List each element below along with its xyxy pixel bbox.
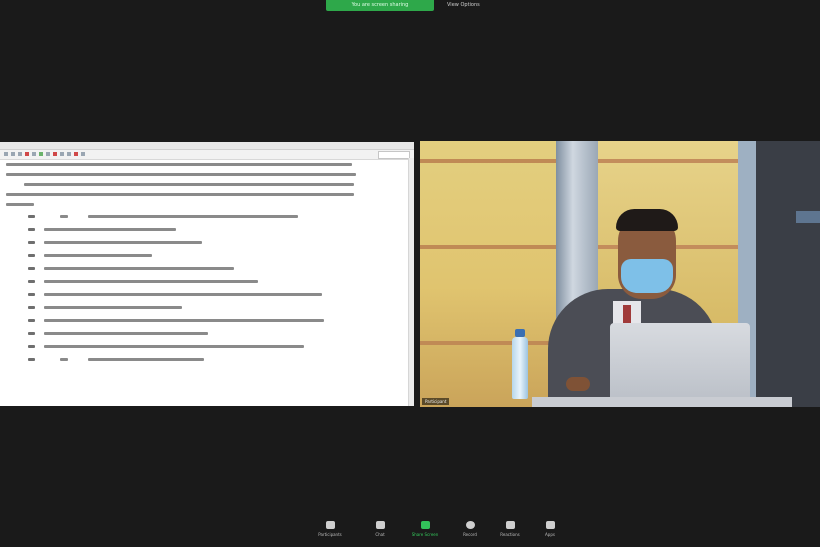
- water-bottle: [512, 337, 528, 399]
- share-screen-icon: [420, 521, 430, 529]
- video-background-dark: [756, 141, 820, 407]
- wall-stripe: [420, 159, 556, 163]
- list-number: [28, 228, 35, 231]
- apps-label: Apps: [545, 532, 555, 537]
- text-line: [44, 345, 304, 348]
- participant-video[interactable]: Participant: [420, 141, 820, 407]
- toolbar-icon[interactable]: [46, 152, 50, 156]
- text-line: [44, 306, 182, 309]
- wall-stripe: [420, 341, 556, 345]
- text-line: [44, 267, 234, 270]
- face-mask: [621, 259, 673, 293]
- reactions-icon: [505, 521, 515, 529]
- text-line: [44, 254, 152, 257]
- document-page: [0, 160, 414, 406]
- text-line: [6, 203, 34, 206]
- text-line: [44, 293, 322, 296]
- text-line: [60, 358, 68, 361]
- document-scrollbar[interactable]: [408, 158, 414, 406]
- video-background-wall: [420, 141, 556, 407]
- reactions-button[interactable]: Reactions: [490, 521, 530, 537]
- document-titlebar: [0, 142, 414, 150]
- list-number: [28, 345, 35, 348]
- reactions-label: Reactions: [500, 532, 520, 537]
- list-number: [28, 215, 35, 218]
- text-line: [44, 280, 258, 283]
- list-number: [28, 358, 35, 361]
- share-screen-button[interactable]: Share Screen: [405, 521, 445, 537]
- toolbar-icon[interactable]: [53, 152, 57, 156]
- participants-icon: [325, 521, 335, 529]
- list-number: [28, 319, 35, 322]
- toolbar-icon[interactable]: [60, 152, 64, 156]
- document-toolbar: [0, 150, 414, 160]
- toolbar-icon[interactable]: [11, 152, 15, 156]
- wall-stripe: [420, 245, 556, 249]
- list-number: [28, 241, 35, 244]
- toolbar-icon[interactable]: [4, 152, 8, 156]
- record-label: Record: [463, 532, 477, 537]
- list-number: [28, 293, 35, 296]
- toolbar-icon[interactable]: [67, 152, 71, 156]
- text-line: [88, 215, 298, 218]
- text-line: [88, 358, 204, 361]
- apps-button[interactable]: Apps: [530, 521, 570, 537]
- list-number: [28, 254, 35, 257]
- text-line: [60, 215, 68, 218]
- list-number: [28, 306, 35, 309]
- list-number: [28, 332, 35, 335]
- screen-share-banner[interactable]: You are screen sharing: [326, 0, 434, 11]
- text-line: [44, 241, 202, 244]
- apps-icon: [545, 521, 555, 529]
- text-line: [24, 183, 354, 186]
- participants-button[interactable]: Participants: [310, 521, 350, 537]
- participant-hand: [566, 377, 590, 391]
- record-button[interactable]: Record: [450, 521, 490, 537]
- text-line: [6, 173, 356, 176]
- water-bottle-cap: [515, 329, 525, 337]
- text-line: [44, 228, 176, 231]
- participant-name-label: Participant: [422, 398, 450, 405]
- chat-icon: [375, 521, 385, 529]
- share-screen-label: Share Screen: [411, 532, 439, 537]
- toolbar-icon[interactable]: [25, 152, 29, 156]
- list-number: [28, 280, 35, 283]
- chat-label: Chat: [375, 532, 385, 537]
- text-line: [6, 193, 354, 196]
- toolbar-icon[interactable]: [32, 152, 36, 156]
- document-toolbar-icons: [4, 152, 85, 156]
- list-number: [28, 267, 35, 270]
- chat-button[interactable]: Chat: [360, 521, 400, 537]
- shared-document-panel[interactable]: [0, 142, 414, 406]
- toolbar-icon[interactable]: [81, 152, 85, 156]
- toolbar-icon[interactable]: [18, 152, 22, 156]
- text-line: [44, 332, 208, 335]
- view-options-menu[interactable]: View Options: [447, 0, 480, 11]
- toolbar-icon[interactable]: [74, 152, 78, 156]
- text-line: [44, 319, 324, 322]
- record-icon: [465, 521, 475, 529]
- toolbar-icon[interactable]: [39, 152, 43, 156]
- wall-stripe: [598, 159, 738, 163]
- meeting-toolbar: Participants Chat Share Screen Record Re…: [0, 515, 820, 547]
- text-line: [6, 163, 352, 166]
- desk-edge: [532, 397, 792, 407]
- participant-hair: [616, 209, 678, 231]
- wall-sign: [796, 211, 820, 223]
- zoom-select[interactable]: [378, 151, 410, 159]
- participants-label: Participants: [318, 532, 342, 537]
- laptop: [610, 323, 750, 407]
